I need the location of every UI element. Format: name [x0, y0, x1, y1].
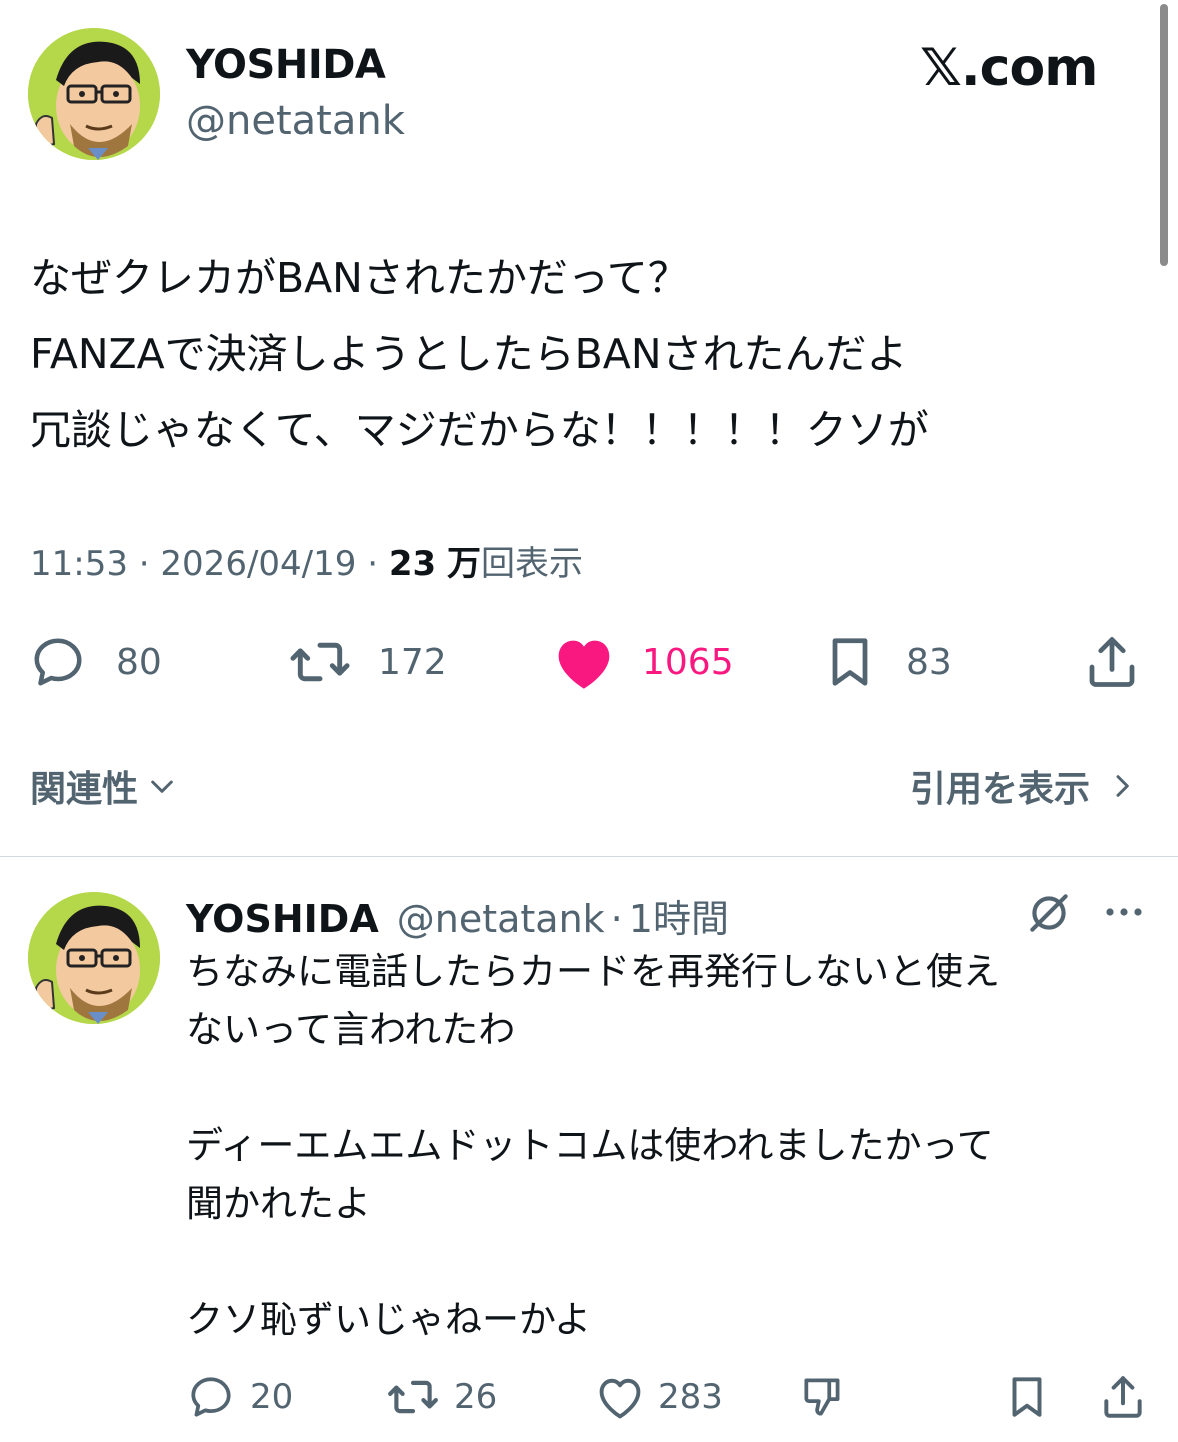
bookmark-icon [832, 638, 868, 686]
author-handle[interactable]: @netatank [186, 98, 405, 144]
reply-header: YOSHIDA @netatank · 1時間 [186, 888, 729, 943]
avatar-illustration [28, 892, 160, 1024]
repost-button[interactable]: 172 [288, 632, 447, 692]
reply-text-line: クソ恥ずいじゃねーかよ [186, 1298, 592, 1341]
reply-icon [34, 638, 82, 686]
reply-text: ちなみに電話したらカードを再発行しないと使え ないって言われたわ ディーエムエム… [186, 943, 1136, 1349]
view-quotes-label: 引用を表示 [909, 769, 1090, 810]
reply-like-button[interactable]: 283 [594, 1372, 723, 1422]
x-logo: 𝕏.com [920, 38, 1098, 98]
reply-author-handle[interactable]: @netatank [397, 897, 605, 941]
views-label: 回表示 [480, 544, 583, 584]
tweet-meta: 11:53 · 2026/04/19 · 23 万回表示 [30, 544, 583, 584]
reply-text-line: ちなみに電話したらカードを再発行しないと使え [186, 950, 1000, 993]
divider [0, 856, 1178, 857]
heart-filled-icon [558, 640, 610, 689]
reply-repost-count: 26 [454, 1377, 498, 1417]
heart-icon [599, 1378, 641, 1419]
grok-button[interactable] [1024, 888, 1074, 942]
share-button[interactable] [1082, 632, 1142, 696]
reply-button[interactable]: 80 [28, 632, 162, 692]
tweet-text-line: FANZAで決済しようとしたらBANされたんだよ [30, 330, 908, 378]
views-unit: 万 [446, 544, 481, 584]
view-quotes-link[interactable]: 引用を表示 [910, 760, 1138, 812]
reply-like-count: 283 [658, 1377, 723, 1417]
scrollbar[interactable] [1160, 4, 1168, 266]
reply-share-button[interactable] [1098, 1372, 1148, 1426]
sort-relevance-label: 関連性 [30, 769, 139, 810]
chevron-down-icon [151, 780, 173, 793]
reply-reply-button[interactable]: 20 [186, 1372, 293, 1422]
share-icon [1104, 1376, 1142, 1418]
reply-bookmark-button[interactable] [1002, 1372, 1052, 1426]
tweet-text-line: なぜクレカがBANされたかだって？ [30, 254, 689, 302]
more-icon [1106, 908, 1142, 916]
reply-time[interactable]: 1時間 [629, 888, 729, 943]
repost-count: 172 [378, 641, 447, 683]
sort-relevance-dropdown[interactable]: 関連性 [30, 760, 178, 812]
tweet-text: なぜクレカがBANされたかだって？ FANZAで決済しようとしたらBANされたん… [30, 240, 1150, 468]
share-icon [1089, 637, 1135, 687]
reply-reply-count: 20 [250, 1377, 294, 1417]
repost-icon [388, 1380, 438, 1414]
bookmark-icon [1012, 1377, 1042, 1417]
like-count: 1065 [642, 641, 734, 683]
reply-count: 80 [116, 641, 162, 683]
bookmark-count: 83 [906, 641, 952, 683]
more-options-button[interactable] [1100, 890, 1148, 938]
bookmark-button[interactable]: 83 [820, 632, 952, 692]
tweet-date[interactable]: 2026/04/19 [160, 544, 356, 584]
reply-text-gap [186, 1059, 1136, 1117]
downvote-button[interactable] [798, 1372, 848, 1426]
avatar-illustration [28, 28, 160, 160]
views-count: 23 [388, 544, 437, 584]
chevron-right-icon [1116, 775, 1129, 797]
reply-icon [191, 1377, 231, 1417]
grok-icon [1030, 894, 1068, 932]
reply-text-gap [186, 1233, 1136, 1291]
repost-icon [290, 642, 350, 682]
reply-text-line: 聞かれたよ [186, 1182, 371, 1225]
author-name[interactable]: YOSHIDA [186, 42, 386, 88]
author-avatar[interactable] [28, 28, 160, 160]
reply-author-avatar[interactable] [28, 892, 160, 1024]
thumbs-down-icon [804, 1378, 840, 1416]
tweet-text-line: 冗談じゃなくて、マジだからな！！！！！クソが [30, 406, 929, 454]
reply-text-line: ないって言われたわ [186, 1008, 516, 1051]
reply-repost-button[interactable]: 26 [386, 1372, 497, 1422]
like-button[interactable]: 1065 [552, 632, 734, 692]
reply-text-line: ディーエムエムドットコムは使われましたかって [186, 1124, 994, 1167]
tweet-time[interactable]: 11:53 [30, 544, 128, 584]
reply-author-name[interactable]: YOSHIDA [186, 897, 379, 941]
